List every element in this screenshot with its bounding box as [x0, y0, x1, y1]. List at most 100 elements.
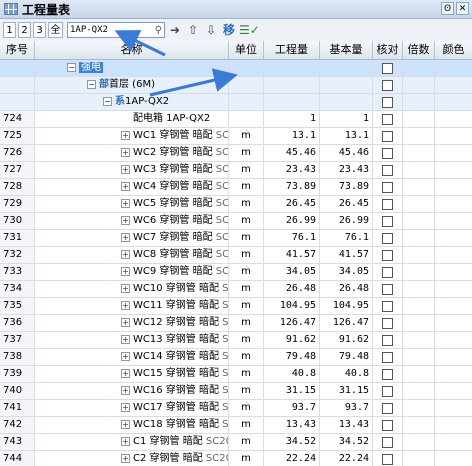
- row-checkbox[interactable]: [382, 181, 393, 193]
- row-multiple[interactable]: [403, 145, 435, 161]
- row-color[interactable]: [435, 332, 472, 348]
- row-color[interactable]: [435, 179, 472, 195]
- tree-group-row[interactable]: − 系1AP-QX2: [0, 94, 472, 111]
- row-multiple[interactable]: [403, 94, 435, 110]
- row-name[interactable]: +WC12 穿钢管 暗配 SC20: [35, 315, 229, 331]
- row-name[interactable]: +WC9 穿钢管 暗配 SC20: [35, 264, 229, 280]
- row-checkbox[interactable]: [382, 300, 393, 312]
- row-checkbox[interactable]: [382, 368, 393, 380]
- row-checkbox[interactable]: [382, 436, 393, 448]
- col-header-check[interactable]: 核对: [373, 41, 403, 59]
- level-1-button[interactable]: 1: [3, 22, 16, 38]
- row-name[interactable]: +WC13 穿钢管 暗配 SC20: [35, 332, 229, 348]
- row-multiple[interactable]: [403, 298, 435, 314]
- arrow-right-icon[interactable]: ➜: [167, 22, 183, 38]
- row-color[interactable]: [435, 315, 472, 331]
- pin-button[interactable]: ʘ: [441, 2, 454, 15]
- expand-toggle-icon[interactable]: +: [121, 334, 130, 344]
- table-row[interactable]: 728+WC4 穿钢管 暗配 SC20m73.8973.89: [0, 179, 472, 196]
- table-row[interactable]: 737+WC13 穿钢管 暗配 SC20m91.6291.62: [0, 332, 472, 349]
- row-name[interactable]: +WC11 穿钢管 暗配 SC20: [35, 298, 229, 314]
- row-multiple[interactable]: [403, 162, 435, 178]
- expand-toggle-icon[interactable]: +: [121, 130, 130, 140]
- row-color[interactable]: [435, 128, 472, 144]
- table-row[interactable]: 725+WC1 穿钢管 暗配 SC20m13.113.1: [0, 128, 472, 145]
- col-header-multiple[interactable]: 倍数: [403, 41, 435, 59]
- row-name[interactable]: +WC6 穿钢管 暗配 SC20: [35, 213, 229, 229]
- col-header-base[interactable]: 基本量: [320, 41, 373, 59]
- expand-toggle-icon[interactable]: −: [103, 96, 112, 106]
- expand-toggle-icon[interactable]: +: [121, 436, 130, 446]
- col-header-color[interactable]: 颜色: [435, 41, 472, 59]
- row-checkbox[interactable]: [382, 232, 393, 244]
- arrow-up-icon[interactable]: ⇧: [185, 22, 201, 38]
- row-checkbox[interactable]: [382, 317, 393, 329]
- row-color[interactable]: [435, 94, 472, 110]
- row-multiple[interactable]: [403, 213, 435, 229]
- row-color[interactable]: [435, 111, 472, 127]
- table-row[interactable]: 726+WC2 穿钢管 暗配 SC20m45.4645.46: [0, 145, 472, 162]
- expand-toggle-icon[interactable]: +: [121, 317, 130, 327]
- row-checkbox[interactable]: [382, 147, 393, 159]
- expand-toggle-icon[interactable]: +: [121, 147, 130, 157]
- table-row[interactable]: 730+WC6 穿钢管 暗配 SC20m26.9926.99: [0, 213, 472, 230]
- row-name[interactable]: +WC16 穿钢管 暗配 SC20: [35, 383, 229, 399]
- expand-toggle-icon[interactable]: +: [121, 249, 130, 259]
- row-checkbox[interactable]: [382, 215, 393, 227]
- row-multiple[interactable]: [403, 230, 435, 246]
- row-color[interactable]: [435, 349, 472, 365]
- table-row[interactable]: 734+WC10 穿钢管 暗配 SC20m26.4826.48: [0, 281, 472, 298]
- row-color[interactable]: [435, 417, 472, 433]
- row-name[interactable]: +WC8 穿钢管 暗配 SC20: [35, 247, 229, 263]
- row-checkbox[interactable]: [382, 164, 393, 176]
- row-color[interactable]: [435, 196, 472, 212]
- row-color[interactable]: [435, 383, 472, 399]
- table-row[interactable]: 727+WC3 穿钢管 暗配 SC20m23.4323.43: [0, 162, 472, 179]
- row-multiple[interactable]: [403, 264, 435, 280]
- row-multiple[interactable]: [403, 247, 435, 263]
- row-multiple[interactable]: [403, 451, 435, 466]
- row-multiple[interactable]: [403, 349, 435, 365]
- row-multiple[interactable]: [403, 77, 435, 93]
- table-row[interactable]: 729+WC5 穿钢管 暗配 SC20m26.4526.45: [0, 196, 472, 213]
- row-color[interactable]: [435, 77, 472, 93]
- table-row[interactable]: 724 配电箱 1AP-QX2 1 1: [0, 111, 472, 128]
- row-multiple[interactable]: [403, 281, 435, 297]
- row-checkbox[interactable]: [382, 334, 393, 346]
- level-all-button[interactable]: 全: [48, 22, 63, 38]
- expand-toggle-icon[interactable]: −: [67, 62, 76, 72]
- expand-toggle-icon[interactable]: +: [121, 300, 130, 310]
- table-row[interactable]: 741+WC17 穿钢管 暗配 SC20m93.793.7: [0, 400, 472, 417]
- level-2-button[interactable]: 2: [18, 22, 31, 38]
- row-name[interactable]: +WC2 穿钢管 暗配 SC20: [35, 145, 229, 161]
- row-color[interactable]: [435, 213, 472, 229]
- expand-toggle-icon[interactable]: +: [121, 351, 130, 361]
- row-name[interactable]: +WC7 穿钢管 暗配 SC20: [35, 230, 229, 246]
- row-multiple[interactable]: [403, 417, 435, 433]
- row-name[interactable]: +WC3 穿钢管 暗配 SC20: [35, 162, 229, 178]
- row-checkbox[interactable]: [382, 419, 393, 431]
- table-row[interactable]: 731+WC7 穿钢管 暗配 SC20m76.176.1: [0, 230, 472, 247]
- expand-toggle-icon[interactable]: +: [121, 164, 130, 174]
- row-name[interactable]: +WC14 穿钢管 暗配 SC20: [35, 349, 229, 365]
- row-multiple[interactable]: [403, 179, 435, 195]
- row-checkbox[interactable]: [382, 351, 393, 363]
- tree-group-row[interactable]: − 部首层 (6M): [0, 77, 472, 94]
- row-name[interactable]: +C1 穿钢管 暗配 SC20: [35, 434, 229, 450]
- expand-toggle-icon[interactable]: +: [121, 181, 130, 191]
- level-3-button[interactable]: 3: [33, 22, 46, 38]
- row-color[interactable]: [435, 451, 472, 466]
- row-multiple[interactable]: [403, 434, 435, 450]
- row-multiple[interactable]: [403, 366, 435, 382]
- expand-toggle-icon[interactable]: +: [121, 283, 130, 293]
- row-color[interactable]: [435, 400, 472, 416]
- table-row[interactable]: 744+C2 穿钢管 暗配 SC20m22.2422.24: [0, 451, 472, 466]
- row-name[interactable]: +WC5 穿钢管 暗配 SC20: [35, 196, 229, 212]
- table-row[interactable]: 736+WC12 穿钢管 暗配 SC20m126.47126.47: [0, 315, 472, 332]
- row-color[interactable]: [435, 298, 472, 314]
- row-color[interactable]: [435, 247, 472, 263]
- expand-toggle-icon[interactable]: +: [121, 419, 130, 429]
- row-name[interactable]: +C2 穿钢管 暗配 SC20: [35, 451, 229, 466]
- table-row[interactable]: 740+WC16 穿钢管 暗配 SC20m31.1531.15: [0, 383, 472, 400]
- expand-toggle-icon[interactable]: +: [121, 232, 130, 242]
